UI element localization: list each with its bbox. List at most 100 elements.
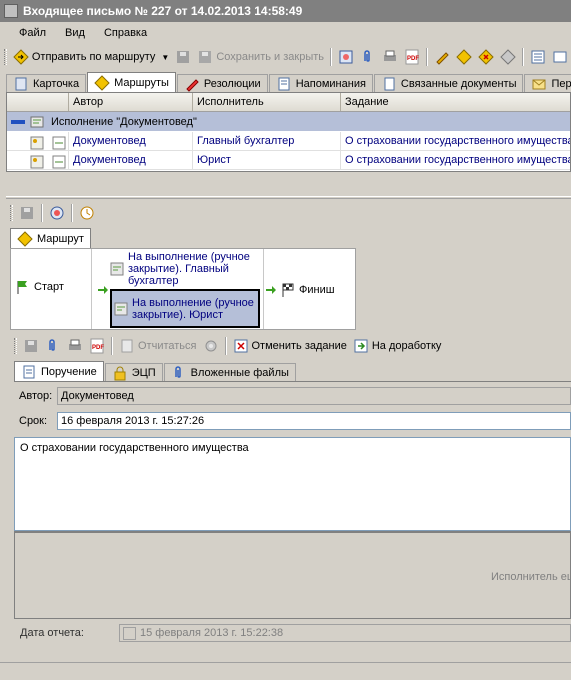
toolbar-separator	[426, 48, 428, 66]
tab-route[interactable]: Маршрут	[10, 228, 91, 249]
route-toolbar	[6, 203, 126, 223]
pdf-button[interactable]: PDF	[401, 47, 423, 67]
cancel-task-button[interactable]: Отменить задание	[230, 336, 350, 356]
send-route-button[interactable]: Отправить по маршруту ▼	[10, 47, 172, 67]
task-save-button[interactable]	[20, 336, 42, 356]
tab-resolutions[interactable]: Резолюции	[176, 74, 268, 93]
checkered-flag-icon	[280, 282, 296, 298]
green-flag-icon	[15, 279, 31, 295]
list-button[interactable]	[527, 47, 549, 67]
menu-bar: Файл Вид Справка	[0, 22, 571, 43]
task-toolbar: PDF Отчитаться Отменить задание На дораб…	[10, 335, 571, 357]
tab-card[interactable]: Карточка	[6, 74, 87, 93]
paperclip-icon	[45, 338, 61, 354]
task-icon	[29, 135, 45, 150]
route-history-button[interactable]	[76, 203, 98, 223]
route-start-node[interactable]: Старт	[15, 279, 64, 295]
route-start-button[interactable]	[453, 47, 475, 67]
splitter[interactable]	[6, 196, 571, 199]
menu-help[interactable]: Справка	[95, 27, 156, 39]
window-icon	[552, 49, 568, 65]
route-step-2-label: На выполнение (ручное закрытие). Юрист	[132, 296, 254, 321]
column-task[interactable]: Задание	[341, 93, 570, 111]
row-task: О страховании государственного имущества	[345, 135, 570, 147]
route-stop-button[interactable]	[475, 47, 497, 67]
author-label: Автор:	[19, 390, 53, 402]
tab-card-label: Карточка	[33, 78, 80, 90]
route-step-1[interactable]: На выполнение (ручное закрытие). Главный…	[109, 250, 261, 288]
route-divider	[91, 249, 92, 329]
report-label: Отчитаться	[138, 340, 197, 352]
route-icon	[13, 49, 29, 65]
print-button[interactable]	[379, 47, 401, 67]
sign-button[interactable]	[431, 47, 453, 67]
save-close-icon	[197, 49, 213, 65]
menu-view[interactable]: Вид	[56, 27, 94, 39]
task-pdf-button[interactable]: PDF	[86, 336, 108, 356]
save-close-button[interactable]: Сохранить и закрыть	[194, 47, 327, 67]
attach-button[interactable]	[357, 47, 379, 67]
tab-reminders-label: Напоминания	[295, 78, 366, 90]
chevron-down-icon[interactable]: ▼	[161, 53, 169, 62]
save-icon	[175, 49, 191, 65]
row-icons	[7, 151, 69, 169]
svg-text:PDF: PDF	[92, 345, 104, 351]
rework-button[interactable]: На доработку	[350, 336, 445, 356]
row-task: О страховании государственного имущества	[345, 154, 570, 166]
tasks-grid: Автор Исполнитель Задание Исполнение "До…	[6, 92, 571, 172]
column-executor[interactable]: Исполнитель	[193, 93, 341, 111]
route-finish-node[interactable]: Финиш	[280, 282, 335, 298]
printer-icon	[382, 49, 398, 65]
report-date-checkbox[interactable]	[123, 626, 136, 640]
report-button[interactable]: Отчитаться	[116, 336, 200, 356]
assignment-text[interactable]: О страховании государственного имущества	[14, 437, 571, 531]
main-toolbar: Отправить по маршруту ▼ Сохранить и закр…	[0, 45, 571, 69]
more-button[interactable]	[549, 47, 571, 67]
table-row[interactable]: Документовед Юрист О страховании государ…	[7, 151, 570, 170]
route-step-1-label: На выполнение (ручное закрытие). Главный…	[128, 251, 250, 287]
task-status-icon	[51, 154, 67, 169]
settings-button[interactable]	[200, 336, 222, 356]
author-field[interactable]: Документовед	[57, 387, 571, 405]
route-icon	[94, 75, 110, 91]
deadline-field[interactable]: 16 февраля 2013 г. 15:27:26	[57, 412, 571, 430]
main-tabs: Карточка Маршруты Резолюции Напоминания …	[6, 71, 571, 93]
menu-file[interactable]: Файл	[10, 27, 55, 39]
print-preview-button[interactable]	[335, 47, 357, 67]
tab-route-label: Маршрут	[37, 233, 84, 245]
route-preview-button[interactable]	[46, 203, 68, 223]
send-route-label: Отправить по маршруту	[31, 51, 156, 63]
report-area[interactable]: Исполнитель еш	[14, 531, 571, 619]
collapse-icon[interactable]	[11, 119, 25, 124]
report-date-field[interactable]: 15 февраля 2013 г. 15:22:38	[119, 624, 571, 642]
group-label: Исполнение "Документовед"	[51, 115, 197, 128]
tab-reminders[interactable]: Напоминания	[268, 74, 373, 93]
row-author: Документовед	[69, 132, 193, 150]
toolbar-separator	[71, 204, 73, 222]
grid-header: Автор Исполнитель Задание	[7, 93, 570, 112]
tab-signature[interactable]: ЭЦП	[104, 363, 163, 382]
route-preview-icon	[49, 205, 65, 221]
route-step-2[interactable]: На выполнение (ручное закрытие). Юрист	[110, 289, 260, 328]
tab-attachments[interactable]: Вложенные файлы	[163, 363, 296, 382]
tab-forwarding[interactable]: Пере	[524, 74, 571, 93]
table-row[interactable]: Документовед Главный бухгалтер О страхов…	[7, 132, 570, 151]
paperclip-icon	[360, 49, 376, 65]
window-title-bar: Входящее письмо № 227 от 14.02.2013 14:5…	[0, 0, 571, 22]
route-finish-label: Финиш	[299, 284, 335, 296]
column-author[interactable]: Автор	[69, 93, 193, 111]
tab-assignment[interactable]: Поручение	[14, 361, 104, 382]
arrow-right-icon	[263, 282, 279, 298]
tab-assignment-label: Поручение	[41, 366, 97, 378]
route-back-button[interactable]	[497, 47, 519, 67]
task-print-button[interactable]	[64, 336, 86, 356]
route-save-button[interactable]	[16, 203, 38, 223]
task-attach-button[interactable]	[42, 336, 64, 356]
grid-group-row[interactable]: Исполнение "Документовед"	[7, 112, 570, 132]
task-detail-tabs: Поручение ЭЦП Вложенные файлы	[14, 360, 297, 382]
save-button[interactable]	[172, 47, 194, 67]
toolbar-grip	[14, 338, 17, 354]
tab-related-docs[interactable]: Связанные документы	[373, 74, 524, 93]
tab-routes[interactable]: Маршруты	[87, 72, 176, 93]
route-start-label: Старт	[34, 281, 64, 293]
